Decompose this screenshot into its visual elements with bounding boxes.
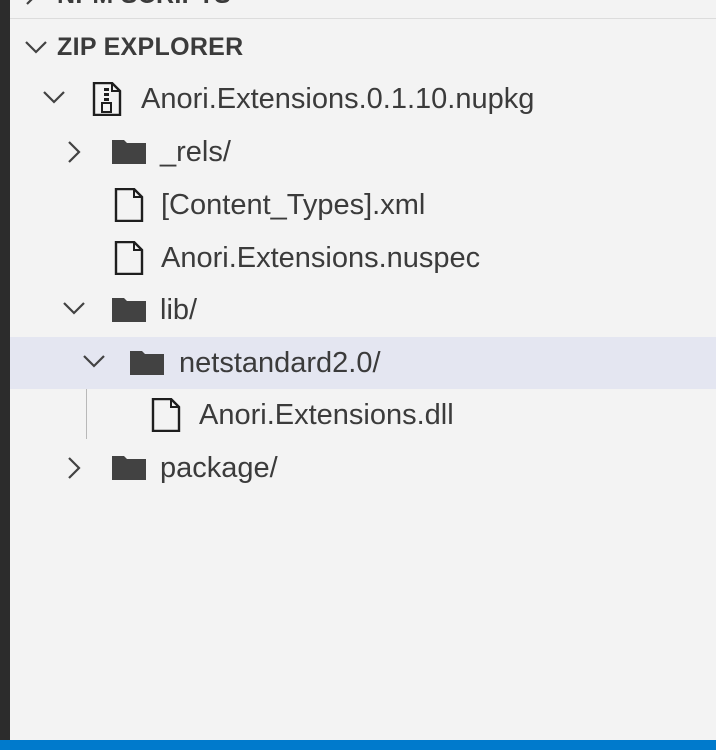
- section-title: NPM SCRIPTS: [57, 0, 231, 10]
- tree-item-file[interactable]: Anori.Extensions.dll: [10, 389, 716, 441]
- tree-item-file[interactable]: [Content_Types].xml: [10, 179, 716, 231]
- chevron-down-icon: [62, 300, 86, 316]
- folder-icon: [112, 138, 146, 164]
- tree-item-label: Anori.Extensions.0.1.10.nupkg: [141, 83, 535, 115]
- chevron-right-icon: [66, 140, 82, 164]
- tree-item-folder[interactable]: package/: [10, 442, 716, 494]
- tree-item-label: [Content_Types].xml: [161, 189, 426, 221]
- zip-file-icon: [92, 82, 122, 116]
- npm-scripts-section-header[interactable]: NPM SCRIPTS: [10, 0, 716, 20]
- activity-bar-edge: [0, 0, 10, 740]
- tree-item-label: Anori.Extensions.dll: [199, 399, 454, 431]
- folder-icon: [130, 349, 164, 375]
- zip-explorer-section-header[interactable]: ZIP EXPLORER: [10, 22, 716, 72]
- tree-item-label: _rels/: [160, 136, 231, 168]
- file-icon: [151, 398, 181, 432]
- chevron-down-icon: [42, 89, 66, 105]
- tree-item-folder[interactable]: lib/: [10, 284, 716, 336]
- tree-item-file[interactable]: Anori.Extensions.nuspec: [10, 232, 716, 284]
- tree-item-label: netstandard2.0/: [179, 347, 381, 379]
- tree-item-label: package/: [160, 452, 278, 484]
- section-divider: [10, 18, 716, 19]
- folder-icon: [112, 454, 146, 480]
- status-bar: [0, 740, 716, 750]
- tree-item-folder[interactable]: _rels/: [10, 126, 716, 178]
- tree-item-label: Anori.Extensions.nuspec: [161, 242, 481, 274]
- chevron-down-icon: [24, 39, 48, 55]
- file-icon: [114, 241, 144, 275]
- tree-item-label: lib/: [160, 294, 198, 326]
- chevron-right-icon: [24, 0, 40, 6]
- chevron-down-icon: [82, 353, 106, 369]
- folder-icon: [112, 296, 146, 322]
- chevron-right-icon: [66, 456, 82, 480]
- section-title: ZIP EXPLORER: [57, 32, 244, 61]
- tree-item-archive[interactable]: Anori.Extensions.0.1.10.nupkg: [10, 73, 716, 125]
- tree-item-folder-selected[interactable]: netstandard2.0/: [10, 337, 716, 389]
- file-icon: [114, 188, 144, 222]
